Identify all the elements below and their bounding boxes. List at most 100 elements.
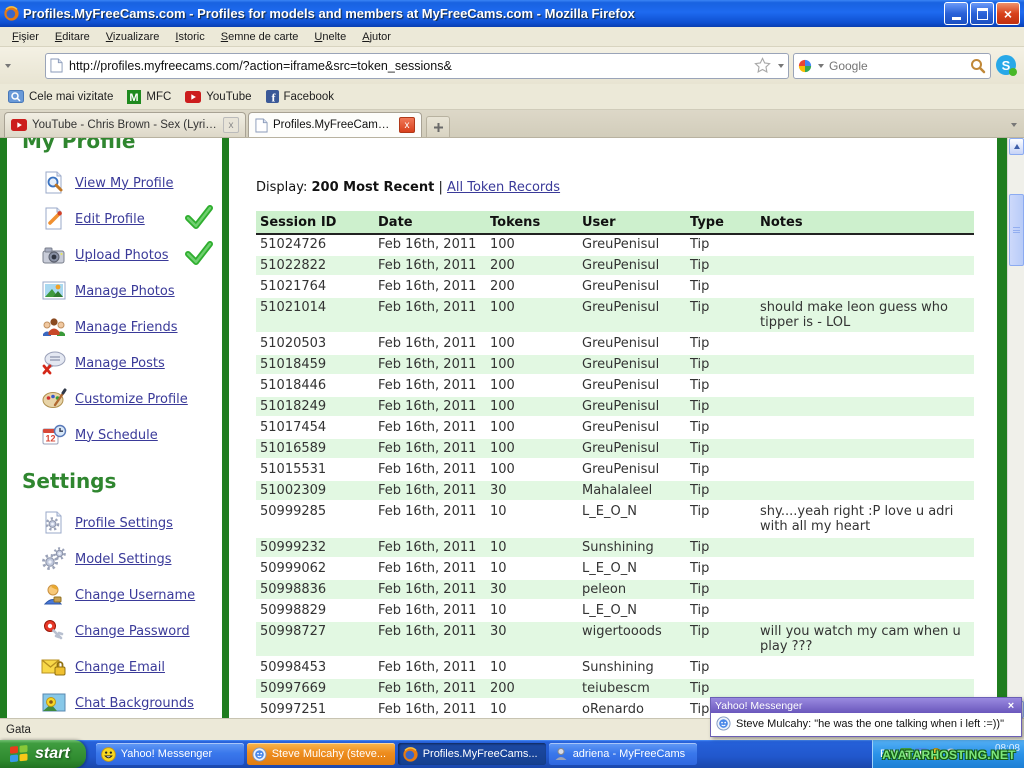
sidebar-item-change-email[interactable]: Change Email bbox=[22, 649, 222, 685]
search-magnifier-icon[interactable] bbox=[970, 58, 986, 74]
start-button[interactable]: start bbox=[0, 740, 86, 768]
sidebar-item-change-username[interactable]: Change Username bbox=[22, 577, 222, 613]
tray-icon-4[interactable] bbox=[945, 748, 957, 760]
menu-item-3[interactable]: Istoric bbox=[167, 29, 212, 45]
bookmark-item-1[interactable]: MMFC bbox=[127, 90, 171, 104]
cell-user: Mahalaleel bbox=[578, 480, 686, 501]
bookmark-item-0[interactable]: Cele mai vizitate bbox=[8, 90, 113, 103]
taskbar-button-3[interactable]: adriena - MyFreeCams bbox=[549, 743, 697, 765]
scroll-up-button[interactable] bbox=[1009, 138, 1024, 155]
menu-item-1[interactable]: Editare bbox=[47, 29, 98, 45]
cell-notes: will you watch my cam when u play ??? bbox=[756, 621, 974, 657]
browser-scrollbar[interactable] bbox=[1007, 138, 1024, 718]
table-row: 51021764Feb 16th, 2011200GreuPenisulTip bbox=[256, 276, 974, 297]
menu-item-2[interactable]: Vizualizare bbox=[98, 29, 168, 45]
menu-item-0[interactable]: Fişier bbox=[4, 29, 47, 45]
history-dropdown-icon[interactable] bbox=[5, 64, 11, 68]
bookmark-star-icon[interactable] bbox=[754, 57, 771, 74]
close-button[interactable]: × bbox=[996, 2, 1020, 25]
tab-1[interactable]: Profiles.MyFreeCams.com - Profil...x bbox=[248, 112, 422, 137]
sidebar-item-customize-profile[interactable]: Customize Profile bbox=[22, 381, 222, 417]
cell-user: L_E_O_N bbox=[578, 501, 686, 537]
svg-text:M: M bbox=[130, 92, 139, 104]
cell-session-id: 51018459 bbox=[256, 354, 374, 375]
new-tab-button[interactable] bbox=[426, 116, 450, 137]
cell-tokens: 10 bbox=[486, 501, 578, 537]
page-icon bbox=[255, 118, 268, 133]
cell-user: teiubescm bbox=[578, 678, 686, 699]
tab-close-icon[interactable]: x bbox=[223, 117, 239, 133]
tray-icon-2[interactable] bbox=[915, 748, 927, 760]
cell-user: GreuPenisul bbox=[578, 297, 686, 333]
cell-type: Tip bbox=[686, 558, 756, 579]
bookmark-item-3[interactable]: fFacebook bbox=[266, 90, 335, 103]
status-text: Gata bbox=[6, 724, 31, 736]
cell-session-id: 51016589 bbox=[256, 438, 374, 459]
sidebar-item-upload-photos[interactable]: Upload Photos bbox=[22, 237, 222, 273]
search-input[interactable] bbox=[827, 58, 967, 74]
table-row: 50998829Feb 16th, 201110L_E_O_NTip bbox=[256, 600, 974, 621]
column-header-session-id: Session ID bbox=[256, 211, 374, 234]
sidebar-item-profile-settings[interactable]: Profile Settings bbox=[22, 505, 222, 541]
all-tabs-dropdown-icon[interactable] bbox=[1004, 118, 1020, 132]
cell-date: Feb 16th, 2011 bbox=[374, 459, 486, 480]
url-input[interactable] bbox=[67, 58, 750, 74]
popup-close-icon[interactable]: × bbox=[1005, 700, 1017, 712]
token-sessions-table: Session IDDateTokensUserTypeNotes 510247… bbox=[256, 211, 974, 718]
all-token-records-link[interactable]: All Token Records bbox=[447, 180, 560, 195]
minimize-button[interactable] bbox=[944, 2, 968, 25]
person-icon bbox=[554, 747, 568, 761]
table-row: 50999232Feb 16th, 201110SunshiningTip bbox=[256, 537, 974, 558]
cell-session-id: 51018446 bbox=[256, 375, 374, 396]
url-dropdown-icon[interactable] bbox=[778, 64, 784, 68]
restore-button[interactable] bbox=[970, 2, 994, 25]
sidebar-item-manage-posts[interactable]: Manage Posts bbox=[22, 345, 222, 381]
menu-item-5[interactable]: Unelte bbox=[306, 29, 354, 45]
tab-0[interactable]: YouTube - Chris Brown - Sex (Lyrics On..… bbox=[4, 112, 246, 137]
sidebar-item-edit-profile[interactable]: Edit Profile bbox=[22, 201, 222, 237]
cell-notes bbox=[756, 480, 974, 501]
sidebar-item-model-settings[interactable]: Model Settings bbox=[22, 541, 222, 577]
cell-type: Tip bbox=[686, 333, 756, 354]
cell-notes bbox=[756, 255, 974, 276]
taskbar-button-2[interactable]: Profiles.MyFreeCams... bbox=[398, 743, 546, 765]
yahoo-messenger-popup[interactable]: Yahoo! Messenger × Steve Mulcahy: "he wa… bbox=[710, 697, 1022, 737]
taskbar-button-0[interactable]: Yahoo! Messenger bbox=[96, 743, 244, 765]
token-sessions-panel: Display: 200 Most Recent | All Token Rec… bbox=[229, 138, 974, 718]
sidebar-item-view-my-profile[interactable]: View My Profile bbox=[22, 165, 222, 201]
cell-tokens: 30 bbox=[486, 579, 578, 600]
cell-notes bbox=[756, 459, 974, 480]
messenger-icon bbox=[252, 747, 267, 762]
cell-type: Tip bbox=[686, 354, 756, 375]
cell-session-id: 50999062 bbox=[256, 558, 374, 579]
sidebar-item-change-password[interactable]: Change Password bbox=[22, 613, 222, 649]
language-indicator[interactable]: EN bbox=[880, 748, 895, 760]
sidebar-item-manage-friends[interactable]: Manage Friends bbox=[22, 309, 222, 345]
tray-icon-3[interactable] bbox=[930, 748, 942, 760]
menu-item-4[interactable]: Semne de carte bbox=[213, 29, 307, 45]
manage-photos-icon bbox=[40, 278, 67, 304]
google-icon bbox=[798, 59, 812, 73]
taskbar-button-1[interactable]: Steve Mulcahy (steve... bbox=[247, 743, 395, 765]
sidebar-item-my-schedule[interactable]: 12My Schedule bbox=[22, 417, 222, 453]
scrollbar-thumb[interactable] bbox=[1009, 194, 1024, 266]
cell-session-id: 51018249 bbox=[256, 396, 374, 417]
table-row: 51021014Feb 16th, 2011100GreuPenisulTips… bbox=[256, 297, 974, 333]
cell-user: GreuPenisul bbox=[578, 255, 686, 276]
tray-icon-1[interactable] bbox=[900, 748, 912, 760]
search-engine-dropdown-icon[interactable] bbox=[818, 64, 824, 68]
cell-notes bbox=[756, 558, 974, 579]
sidebar-item-chat-backgrounds[interactable]: Chat Backgrounds bbox=[22, 685, 222, 718]
tab-close-icon[interactable]: x bbox=[399, 117, 415, 133]
cell-date: Feb 16th, 2011 bbox=[374, 480, 486, 501]
tab-strip: YouTube - Chris Brown - Sex (Lyrics On..… bbox=[0, 110, 1024, 138]
sidebar-item-manage-photos[interactable]: Manage Photos bbox=[22, 273, 222, 309]
menu-item-6[interactable]: Ajutor bbox=[354, 29, 399, 45]
search-box[interactable] bbox=[793, 53, 991, 79]
cell-type: Tip bbox=[686, 600, 756, 621]
cell-user: L_E_O_N bbox=[578, 558, 686, 579]
bookmark-item-2[interactable]: YouTube bbox=[185, 91, 251, 103]
skype-icon[interactable]: S bbox=[995, 54, 1018, 77]
url-bar[interactable] bbox=[45, 53, 789, 79]
page-icon bbox=[50, 58, 63, 73]
